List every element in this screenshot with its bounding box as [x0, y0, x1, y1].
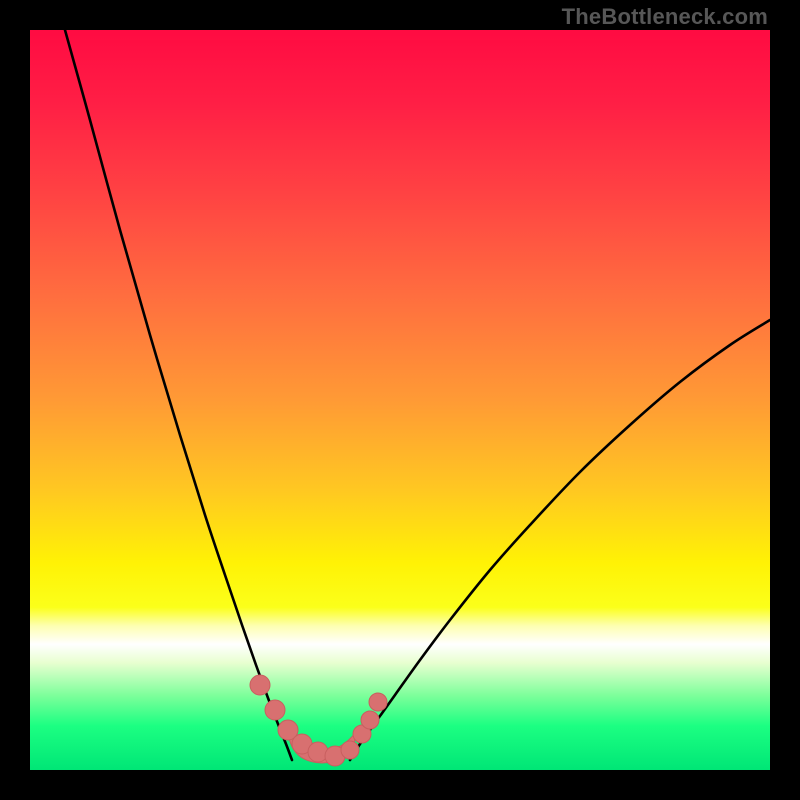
marker-dots	[250, 675, 387, 766]
marker-dot	[250, 675, 270, 695]
curve-layer	[30, 30, 770, 770]
marker-dot	[361, 711, 379, 729]
plot-area	[30, 30, 770, 770]
watermark-text: TheBottleneck.com	[562, 4, 768, 30]
marker-dot	[369, 693, 387, 711]
marker-dot	[341, 741, 359, 759]
chart-frame: TheBottleneck.com	[0, 0, 800, 800]
marker-dot	[265, 700, 285, 720]
left-curve-line	[65, 30, 292, 760]
right-curve-line	[350, 320, 770, 760]
